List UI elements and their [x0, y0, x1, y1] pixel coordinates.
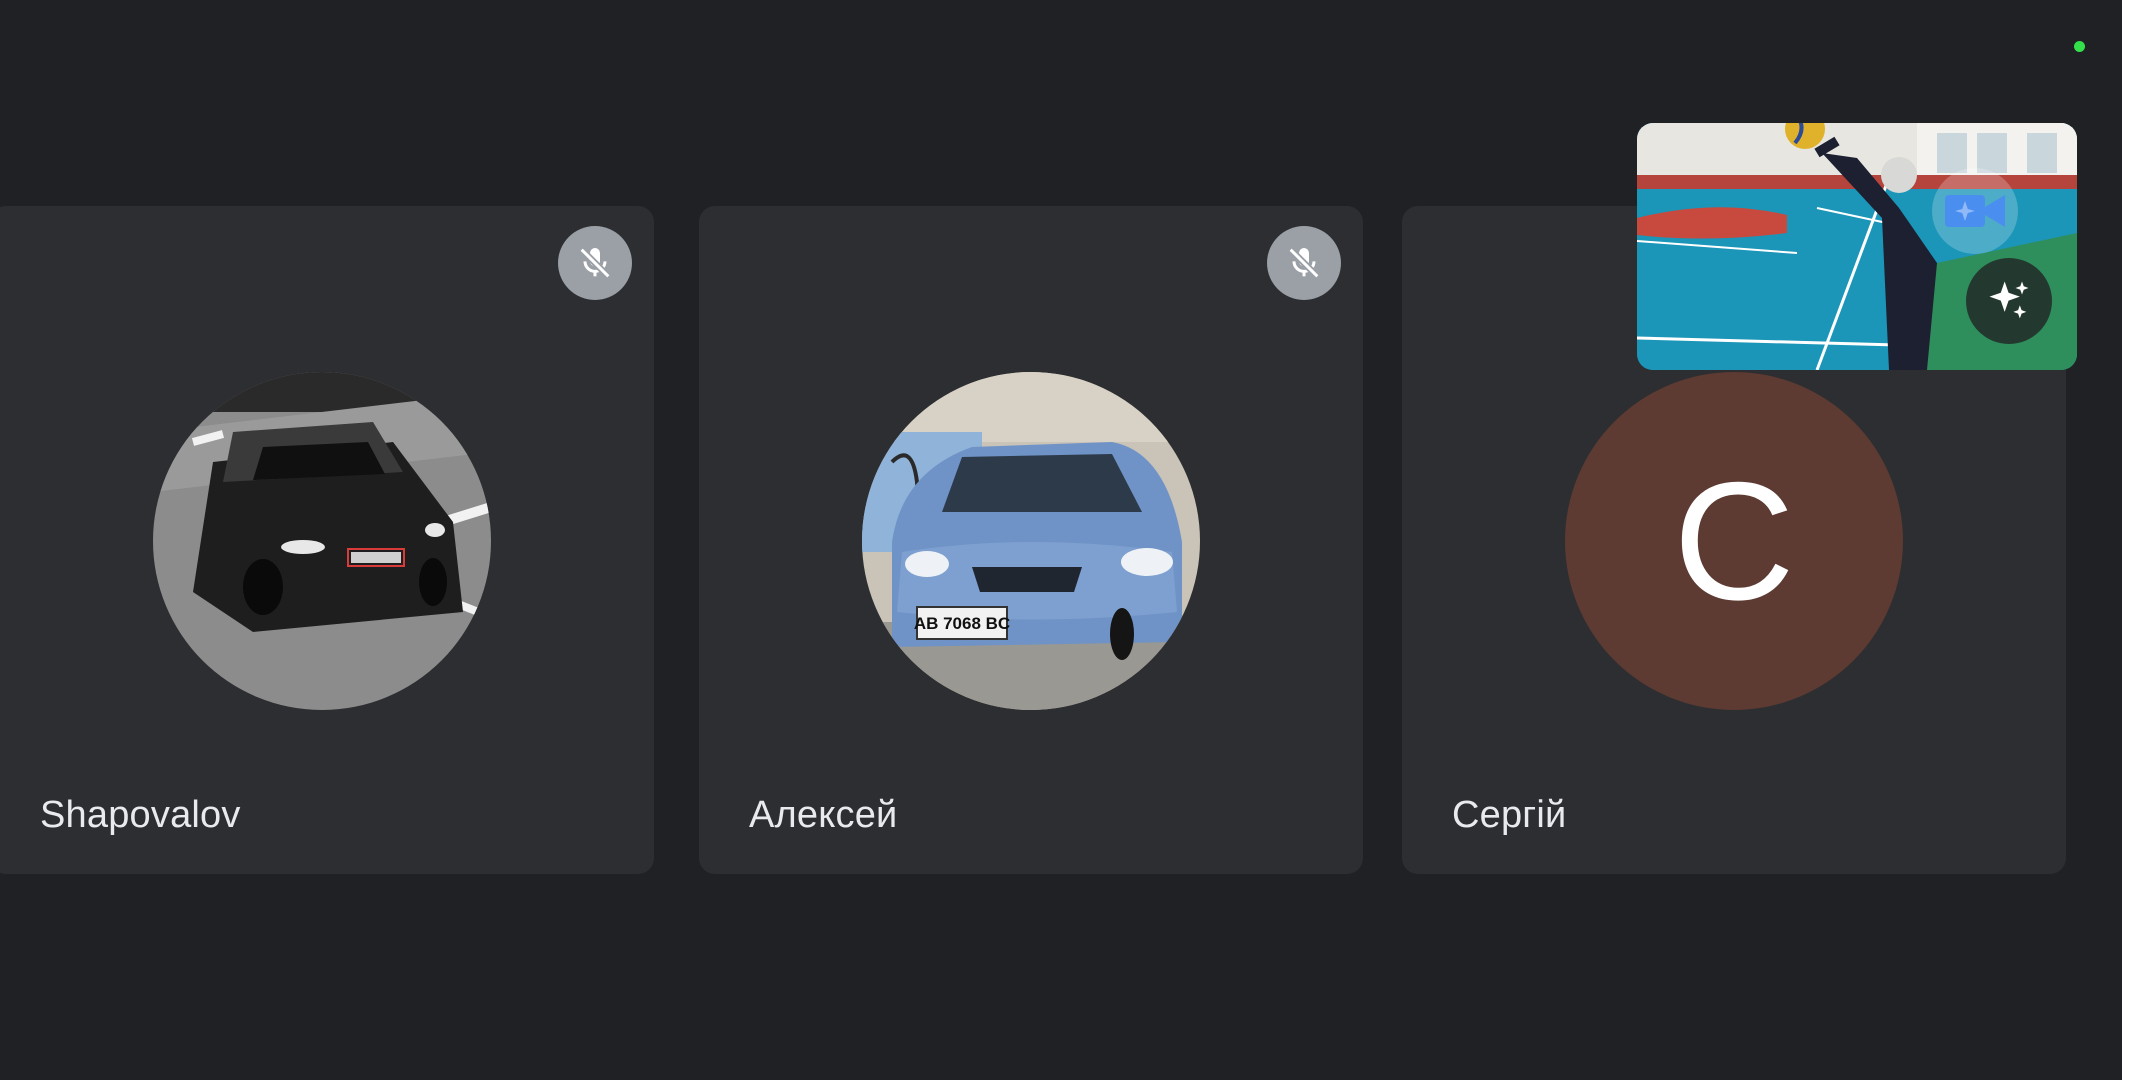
avatar-initial: C	[1673, 447, 1795, 635]
participant-name: Сергій	[1452, 794, 1567, 836]
meeting-stage: Shapovalov AB 7068 BC Алексей C Сергій	[0, 0, 2140, 1080]
video-effects-camera-icon[interactable]	[1932, 168, 2018, 254]
mic-off-icon	[1267, 226, 1341, 300]
mic-off-icon	[558, 226, 632, 300]
avatar: C	[1565, 372, 1903, 710]
participant-name: Алексей	[749, 794, 898, 836]
status-dot-icon	[2074, 41, 2085, 52]
avatar	[153, 372, 491, 710]
participant-tile[interactable]: Shapovalov	[0, 206, 654, 874]
sparkle-effects-icon[interactable]	[1966, 258, 2052, 344]
avatar: AB 7068 BC	[862, 372, 1200, 710]
license-plate-text: AB 7068 BC	[914, 614, 1010, 633]
participant-name: Shapovalov	[40, 794, 241, 836]
participant-tile[interactable]: AB 7068 BC Алексей	[699, 206, 1363, 874]
window-edge	[2122, 0, 2140, 1080]
